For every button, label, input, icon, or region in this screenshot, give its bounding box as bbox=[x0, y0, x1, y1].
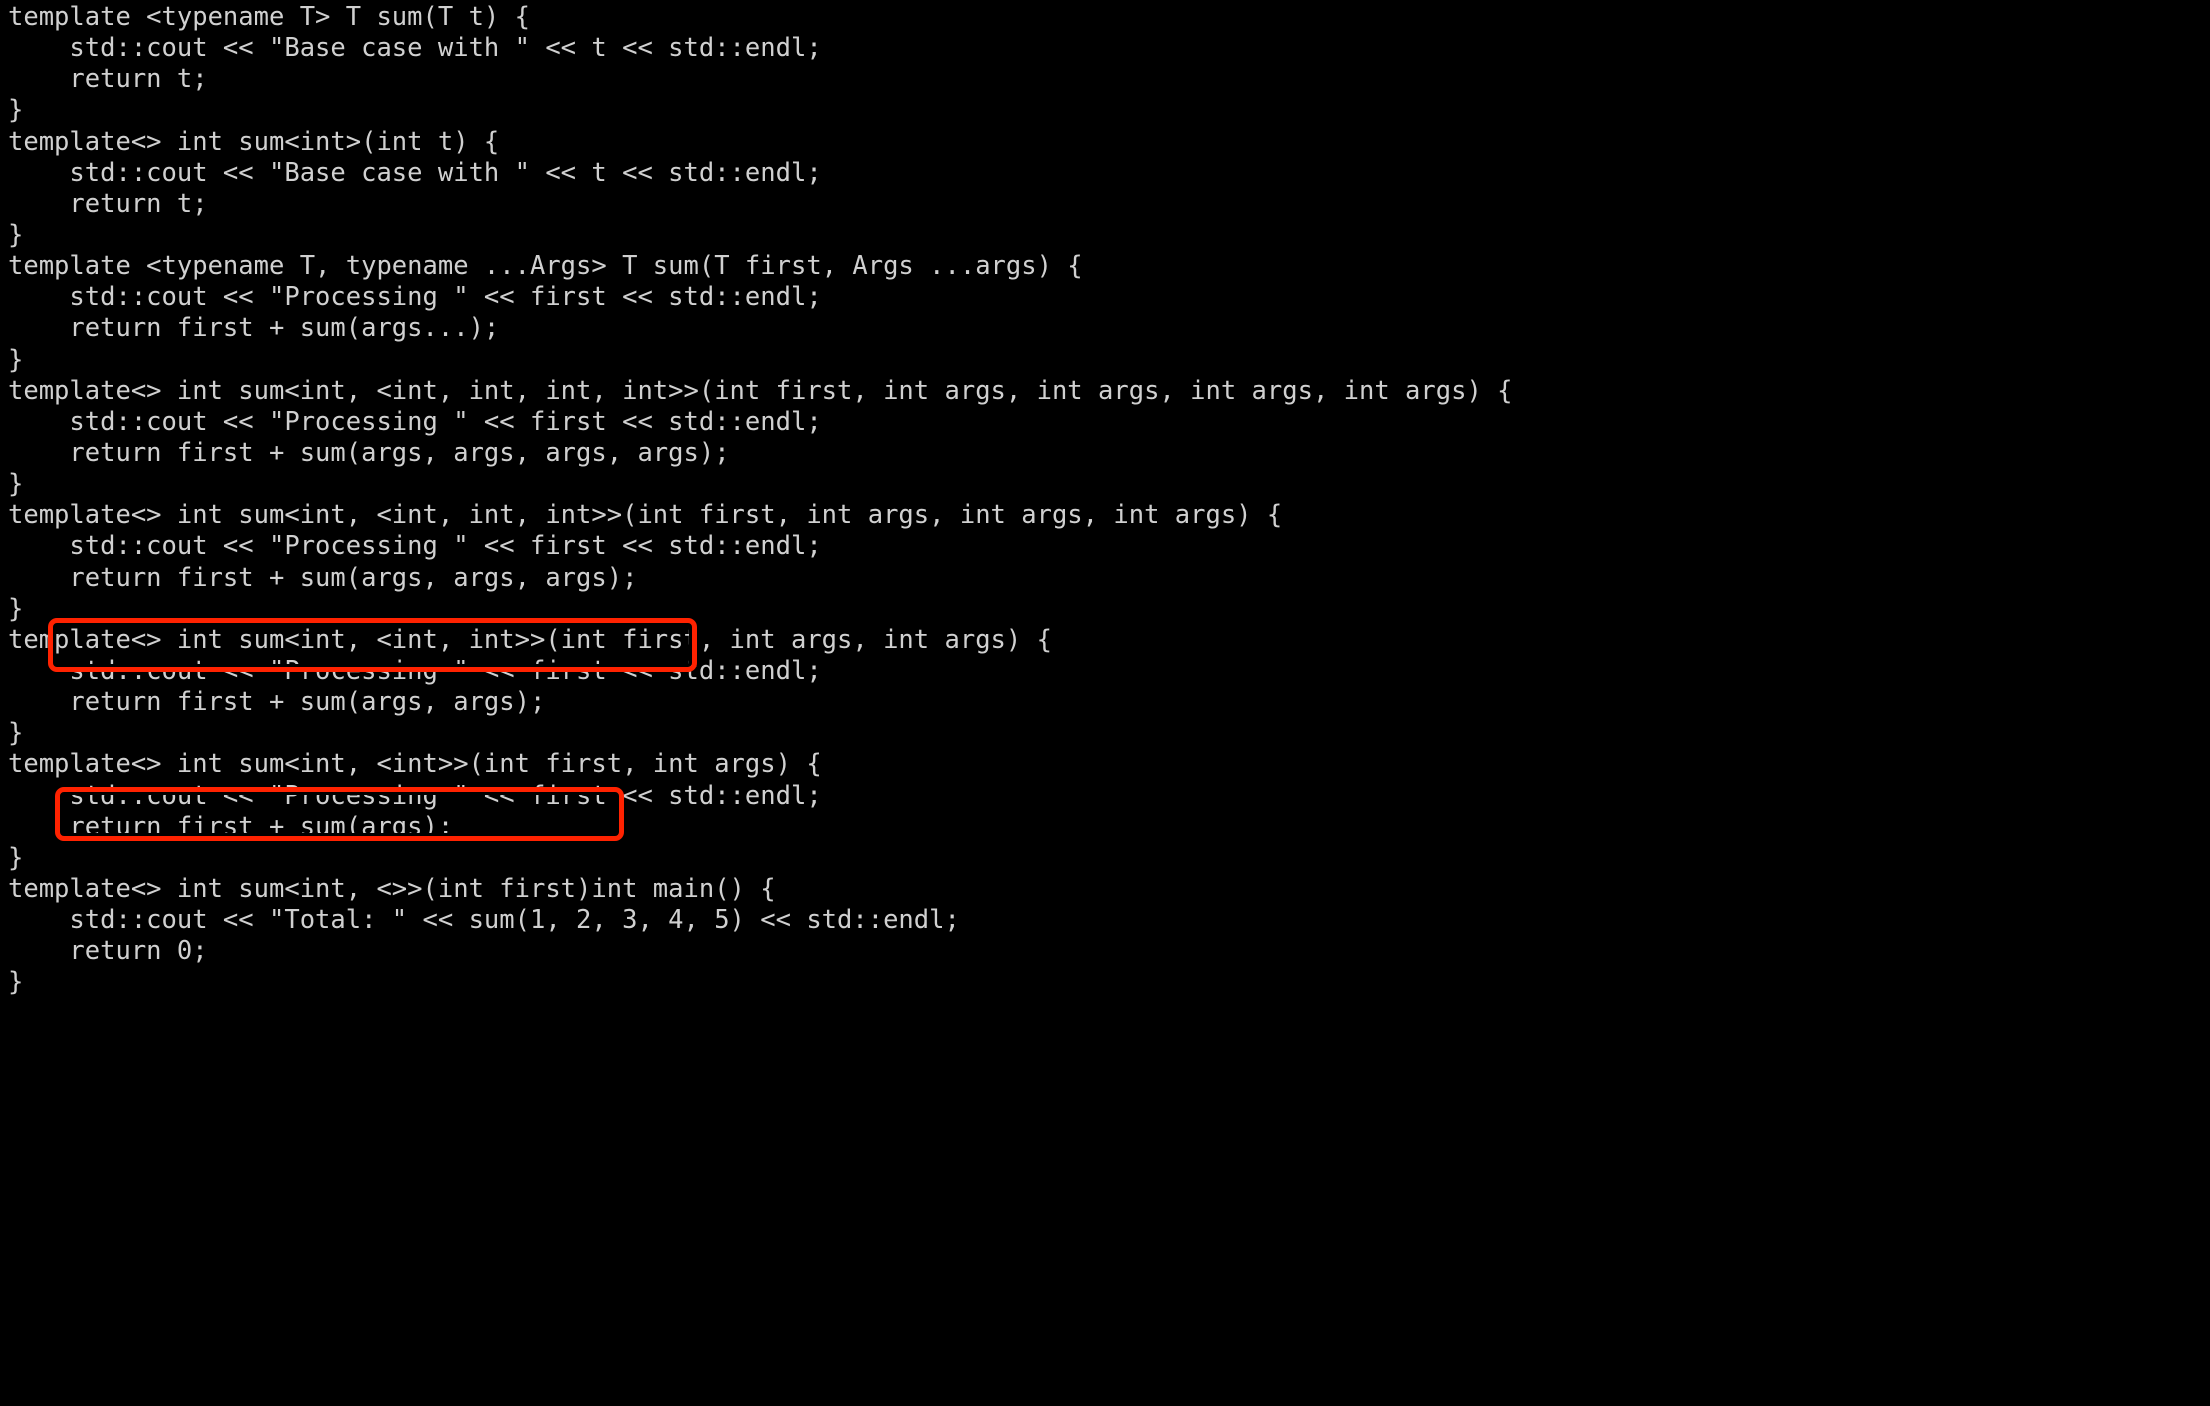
code-line: template<> int sum<int>(int t) { bbox=[8, 126, 500, 157]
code-line: template<> int sum<int, <int, int>>(int … bbox=[8, 624, 1052, 655]
code-line: return 0; bbox=[8, 936, 208, 967]
code-line: } bbox=[8, 718, 24, 749]
code-line: std::cout << "Processing " << first << s… bbox=[8, 655, 822, 686]
code-line: } bbox=[8, 593, 24, 624]
code-line: return first + sum(args); bbox=[8, 811, 454, 842]
code-line: } bbox=[8, 469, 24, 500]
code-line: std::cout << "Base case with " << t << s… bbox=[8, 157, 822, 188]
code-line: } bbox=[8, 95, 24, 126]
code-line: return t; bbox=[8, 64, 208, 95]
code-line: template <typename T, typename ...Args> … bbox=[8, 251, 1083, 282]
code-line: return first + sum(args, args); bbox=[8, 687, 546, 718]
code-line: std::cout << "Processing " << first << s… bbox=[8, 406, 822, 437]
code-line: template<> int sum<int, <int, int, int, … bbox=[8, 375, 1513, 406]
code-line: std::cout << "Total: " << sum(1, 2, 3, 4… bbox=[8, 905, 960, 936]
code-line: } bbox=[8, 219, 24, 250]
code-block: template <typename T> T sum(T t) { std::… bbox=[0, 0, 2210, 999]
code-line: } bbox=[8, 967, 24, 998]
code-line: template<> int sum<int, <int>>(int first… bbox=[8, 749, 822, 780]
code-line: return t; bbox=[8, 188, 208, 219]
code-line: std::cout << "Processing " << first << s… bbox=[8, 780, 822, 811]
code-line: std::cout << "Base case with " << t << s… bbox=[8, 33, 822, 64]
code-line: return first + sum(args...); bbox=[8, 313, 500, 344]
code-line: } bbox=[8, 842, 24, 873]
code-line: template<> int sum<int, <>>(int first)in… bbox=[8, 873, 776, 904]
code-line: template<> int sum<int, <int, int, int>>… bbox=[8, 500, 1283, 531]
code-line: std::cout << "Processing " << first << s… bbox=[8, 282, 822, 313]
code-line: template <typename T> T sum(T t) { bbox=[8, 2, 530, 32]
code-line: std::cout << "Processing " << first << s… bbox=[8, 531, 822, 562]
code-line: } bbox=[8, 344, 24, 375]
terminal-window: template <typename T> T sum(T t) { std::… bbox=[0, 0, 2210, 1406]
code-line: return first + sum(args, args, args, arg… bbox=[8, 437, 730, 468]
code-line: return first + sum(args, args, args); bbox=[8, 562, 638, 593]
